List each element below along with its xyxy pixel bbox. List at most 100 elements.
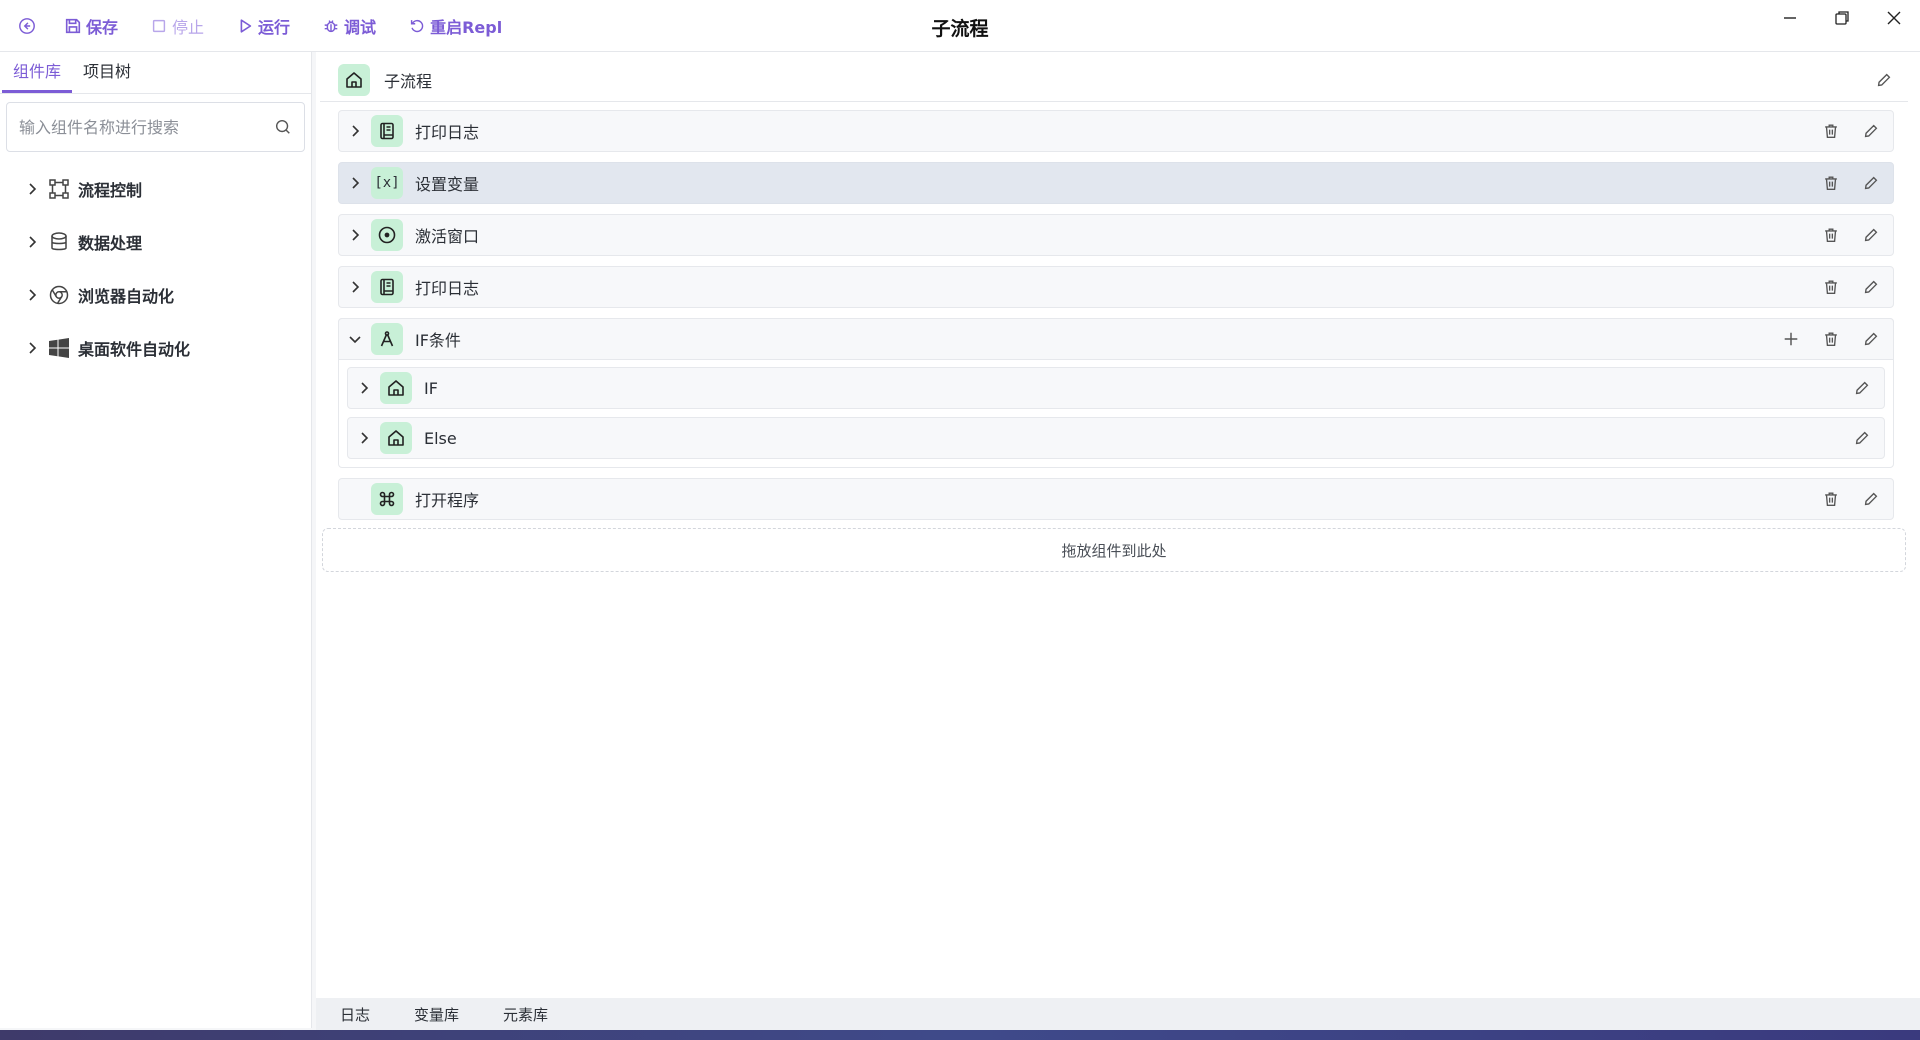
category-data-processing[interactable]: 数据处理 — [0, 215, 311, 268]
save-label: 保存 — [86, 17, 119, 37]
tab-elements[interactable]: 元素库 — [503, 1004, 548, 1025]
back-circle-icon — [19, 17, 35, 34]
delete-button[interactable] — [1821, 121, 1841, 141]
category-browser-automation[interactable]: 浏览器自动化 — [0, 268, 311, 321]
stop-button[interactable]: 停止 — [150, 10, 204, 42]
close-button[interactable] — [1868, 0, 1920, 36]
flow-node-if-branch[interactable]: IF — [347, 367, 1885, 409]
pencil-icon — [1864, 228, 1878, 242]
log-book-icon — [380, 122, 394, 140]
edit-button[interactable] — [1861, 329, 1881, 349]
category-label: 浏览器自动化 — [78, 286, 175, 306]
taskbar-edge — [0, 1030, 1920, 1040]
edit-button[interactable] — [1852, 428, 1872, 448]
refresh-icon — [410, 19, 424, 32]
restart-repl-button[interactable]: 重启Repl — [408, 10, 502, 42]
chevron-right-icon[interactable] — [347, 123, 363, 139]
flow-node-if-condition[interactable]: IF条件 — [338, 318, 1894, 360]
category-label: 桌面软件自动化 — [78, 339, 191, 359]
home-icon — [346, 71, 362, 88]
delete-button[interactable] — [1821, 329, 1841, 349]
stop-square-icon — [152, 19, 166, 32]
tab-log[interactable]: 日志 — [340, 1004, 370, 1025]
delete-button[interactable] — [1821, 277, 1841, 297]
edit-button[interactable] — [1861, 173, 1881, 193]
edit-button[interactable] — [1861, 489, 1881, 509]
chevron-right-icon — [29, 341, 37, 354]
stop-label: 停止 — [172, 17, 205, 37]
save-icon — [65, 18, 81, 33]
delete-button[interactable] — [1821, 173, 1841, 193]
save-button[interactable]: 保存 — [64, 10, 118, 42]
trash-icon — [1825, 228, 1837, 242]
node-label: IF — [424, 378, 438, 398]
delete-button[interactable] — [1821, 225, 1841, 245]
component-sidebar: 组件库 项目树 流程控制 数据处理 浏览器自动化 桌面软件自动化 — [0, 52, 312, 1028]
category-label: 流程控制 — [78, 180, 143, 200]
node-icon-box — [380, 372, 412, 404]
search-input[interactable] — [19, 117, 274, 137]
chevron-down-icon[interactable] — [347, 331, 363, 347]
category-list: 流程控制 数据处理 浏览器自动化 桌面软件自动化 — [0, 162, 311, 374]
trash-icon — [1825, 176, 1837, 190]
restart-label: 重启Repl — [430, 17, 503, 37]
pencil-icon — [1855, 381, 1869, 395]
tab-project-tree[interactable]: 项目树 — [72, 52, 142, 93]
delete-button[interactable] — [1821, 489, 1841, 509]
edit-button[interactable] — [1874, 70, 1894, 90]
run-label: 运行 — [258, 17, 291, 37]
pencil-icon — [1864, 332, 1878, 346]
database-icon — [51, 231, 67, 250]
category-flow-control[interactable]: 流程控制 — [0, 162, 311, 215]
tab-component-library[interactable]: 组件库 — [2, 52, 73, 93]
chevron-right-icon — [29, 288, 37, 301]
flow-node-set-variable[interactable]: [x] 设置变量 — [338, 162, 1894, 204]
chevron-right-icon[interactable] — [347, 279, 363, 295]
drop-zone[interactable]: 拖放组件到此处 — [322, 528, 1906, 572]
node-label: 设置变量 — [415, 175, 480, 194]
restore-icon — [1835, 11, 1849, 25]
compass-icon — [380, 331, 394, 347]
chevron-right-icon[interactable] — [347, 227, 363, 243]
back-button[interactable] — [18, 10, 36, 42]
search-icon[interactable] — [274, 118, 292, 136]
flow-control-icon — [49, 178, 69, 199]
flow-node-print-log[interactable]: 打印日志 — [338, 266, 1894, 308]
chevron-right-icon[interactable] — [356, 430, 372, 446]
node-label: 激活窗口 — [415, 227, 480, 246]
debug-label: 调试 — [344, 17, 377, 37]
command-icon — [379, 491, 395, 507]
pencil-icon — [1864, 124, 1878, 138]
add-branch-button[interactable] — [1781, 329, 1801, 349]
category-desktop-automation[interactable]: 桌面软件自动化 — [0, 321, 311, 374]
tab-variables[interactable]: 变量库 — [414, 1004, 459, 1025]
flow-node-else-branch[interactable]: Else — [347, 417, 1885, 459]
edit-button[interactable] — [1861, 225, 1881, 245]
chevron-right-icon[interactable] — [356, 380, 372, 396]
edit-button[interactable] — [1852, 378, 1872, 398]
trash-icon — [1825, 332, 1837, 346]
if-condition-group: IF条件 IF Else — [338, 318, 1894, 468]
home-icon — [388, 430, 404, 446]
toolbar: 保存 停止 运行 调试 重启Repl — [0, 10, 534, 42]
chevron-right-icon[interactable] — [347, 175, 363, 191]
window-controls — [1764, 0, 1920, 36]
node-actions — [1821, 111, 1881, 151]
flow-node-activate-window[interactable]: 激活窗口 — [338, 214, 1894, 256]
edit-button[interactable] — [1861, 277, 1881, 297]
subflow-header: 子流程 — [320, 58, 1908, 102]
pencil-icon — [1864, 280, 1878, 294]
restore-button[interactable] — [1816, 0, 1868, 36]
run-button[interactable]: 运行 — [236, 10, 290, 42]
flow-node-open-program[interactable]: 打开程序 — [338, 478, 1894, 520]
bug-icon — [324, 19, 338, 32]
debug-button[interactable]: 调试 — [322, 10, 376, 42]
node-actions — [1852, 418, 1872, 458]
edit-button[interactable] — [1861, 121, 1881, 141]
play-icon — [240, 18, 252, 33]
flow-node-print-log[interactable]: 打印日志 — [338, 110, 1894, 152]
window-title: 子流程 — [931, 18, 989, 40]
node-icon-box: [x] — [371, 167, 403, 199]
minimize-button[interactable] — [1764, 0, 1816, 36]
node-actions — [1821, 479, 1881, 519]
